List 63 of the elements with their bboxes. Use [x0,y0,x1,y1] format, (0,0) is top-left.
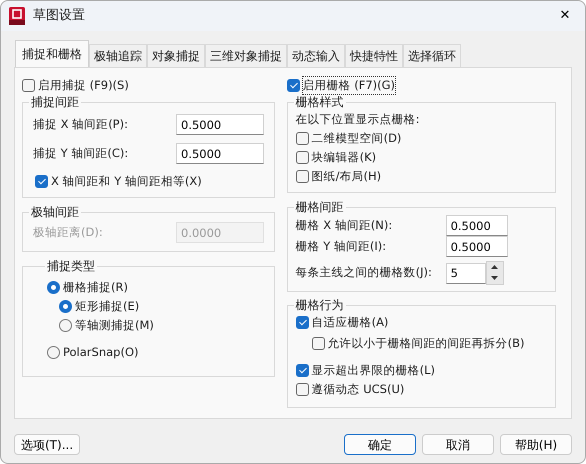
checkbox-label[interactable]: 启用捕捉 (F9)(S) [38,76,129,94]
checkbox[interactable] [296,170,309,183]
group-title: 极轴间距 [30,206,80,218]
down-arrow-icon[interactable] [491,276,498,280]
button[interactable]: 取消 [422,434,494,455]
group-title: 捕捉类型 [46,260,96,272]
checkbox[interactable] [22,79,35,92]
checkbox-label[interactable]: 二维模型空间(D) [312,130,402,148]
radio-button[interactable] [47,346,60,359]
checkbox-label[interactable]: 启用栅格 (F7)(G) [302,76,396,94]
radio-label[interactable]: PolarSnap(O) [63,344,138,362]
button[interactable]: 选项(T)... [14,434,80,455]
checkbox[interactable] [296,316,309,329]
group-title: 栅格样式 [294,96,345,108]
radio-label[interactable]: 等轴测捕捉(M) [75,316,154,334]
spinner[interactable] [486,261,504,285]
radio-button[interactable] [47,281,60,294]
field-label: 栅格 Y 轴间距(I): [296,238,388,255]
checkbox[interactable] [312,337,325,350]
field-label: 极轴距离(D): [33,224,104,241]
tab[interactable]: 动态输入 [287,44,345,67]
checkbox[interactable] [296,151,309,164]
field-label: 每条主线之间的栅格数(J): [296,264,433,282]
tab[interactable]: 捕捉和栅格 [15,40,89,67]
tab[interactable]: 三维对象捕捉 [205,44,287,67]
tab[interactable]: 对象捕捉 [147,44,205,67]
up-arrow-icon[interactable] [491,264,498,269]
checkbox-label[interactable]: X 轴间距和 Y 轴间距相等(X) [51,172,202,190]
group-title: 栅格行为 [294,299,345,311]
radio-button[interactable] [59,319,72,332]
app-icon [9,7,25,25]
checkbox-label[interactable]: 图纸/布局(H) [312,168,382,186]
checkbox[interactable] [296,132,309,145]
checkbox[interactable] [35,175,48,188]
group-title: 捕捉间距 [30,96,80,108]
checkbox[interactable] [296,364,309,377]
field-label: 捕捉 Y 轴间距(C): [33,144,130,162]
tab[interactable]: 极轴追踪 [89,44,147,67]
checkbox[interactable] [296,383,309,396]
caption-text: 在以下位置显示点栅格: [296,110,420,128]
radio-button[interactable] [59,300,72,313]
checkbox[interactable] [286,79,300,92]
input-field[interactable]: 0.5000 [176,114,264,135]
checkbox-label[interactable]: 显示超出界限的栅格(L) [312,362,435,380]
tab[interactable]: 快捷特性 [345,44,403,67]
close-button[interactable]: ✕ [545,1,585,31]
radio-label[interactable]: 栅格捕捉(R) [63,278,128,296]
field-label: 捕捉 X 轴间距(P): [33,116,129,133]
radio-label[interactable]: 矩形捕捉(E) [75,298,140,316]
checkbox-label[interactable]: 自适应栅格(A) [312,314,388,332]
checkbox-label[interactable]: 块编辑器(K) [312,148,376,166]
field-label: 栅格 X 轴间距(N): [296,216,394,234]
group-title: 栅格间距 [294,201,345,213]
input-field[interactable]: 0.5000 [446,215,508,236]
input-field[interactable]: 0.5000 [176,143,264,164]
input-field[interactable]: 0.5000 [446,236,508,257]
button[interactable]: 确定 [344,434,416,455]
window-title: 草图设置 [33,7,86,26]
checkbox-label[interactable]: 遵循动态 UCS(U) [312,380,404,398]
tab[interactable]: 选择循环 [403,44,461,67]
input-field[interactable]: 5 [446,262,486,284]
button[interactable]: 帮助(H) [500,434,572,455]
checkbox-label[interactable]: 允许以小于栅格间距的间距再拆分(B) [328,334,524,352]
